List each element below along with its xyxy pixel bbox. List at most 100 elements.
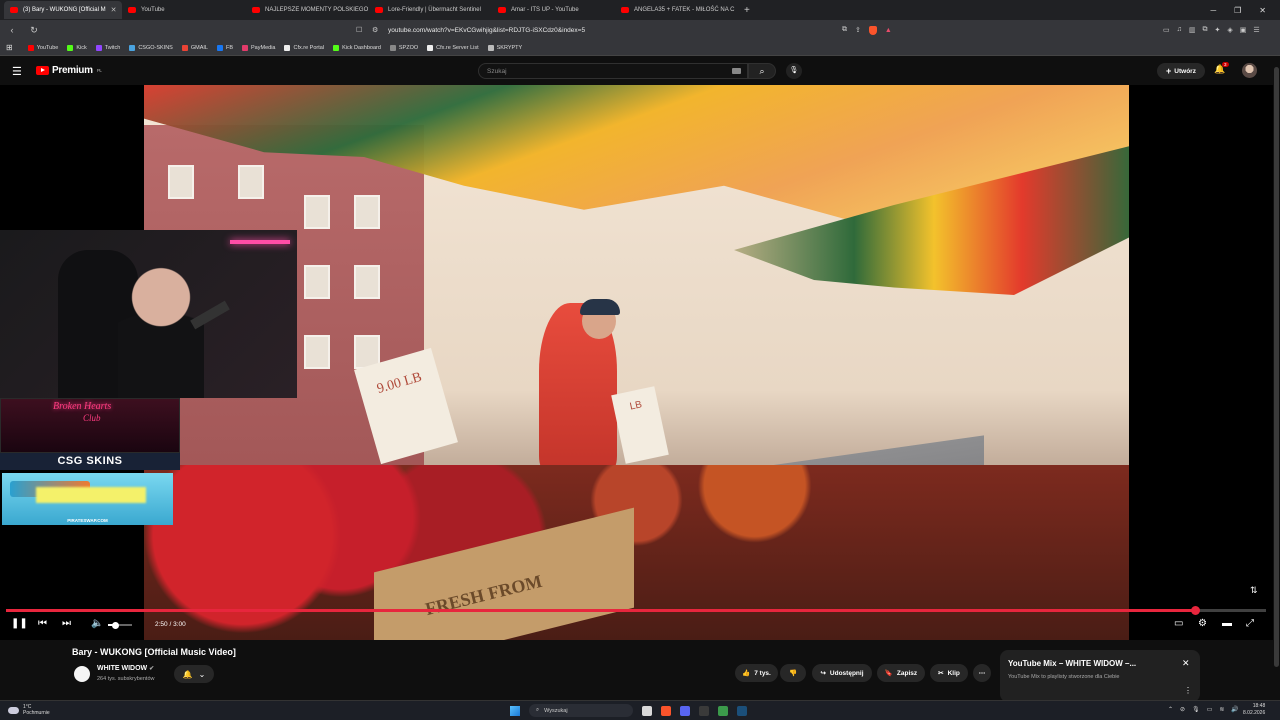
weather-widget[interactable]: 1°C Pochmurnie [8, 704, 50, 716]
tray-overflow-icon[interactable]: ⌃ [1168, 706, 1173, 713]
volume-icon[interactable]: 🔈 [91, 618, 103, 629]
progress-scrubber[interactable] [1191, 606, 1201, 615]
maximize-icon[interactable]: ❐ [1234, 6, 1241, 15]
channel-avatar[interactable] [74, 666, 90, 682]
volume-slider[interactable] [108, 621, 132, 629]
bookmark-item[interactable]: PayMedia [242, 44, 275, 51]
display-icon[interactable]: ▭ [1207, 706, 1213, 713]
hamburger-menu-icon[interactable]: ☰ [12, 65, 22, 78]
autoplay-icon[interactable]: ⇅ [1250, 585, 1258, 596]
minimize-icon[interactable]: ─ [1210, 6, 1216, 15]
clip-button[interactable]: ✂ Klip [930, 664, 968, 682]
apps-grid-icon[interactable]: ⊞ [6, 43, 13, 52]
settings-gear-icon[interactable]: ⚙ [1198, 618, 1207, 629]
brave-browser-icon[interactable] [661, 705, 671, 716]
logo-text: Premium [52, 65, 93, 76]
browser-tab[interactable]: ANGELA35 + FATEK - MIŁOŚĆ NA C [615, 1, 738, 19]
new-tab-button[interactable]: + [738, 5, 756, 16]
bookmark-item[interactable]: Cfx.re Portal [284, 44, 324, 51]
cast-icon[interactable]: ▭ [1163, 26, 1170, 34]
music-icon[interactable]: ♫ [1177, 26, 1182, 34]
discord-icon[interactable] [680, 705, 690, 716]
close-tab-icon[interactable]: ✕ [111, 6, 117, 14]
search-input[interactable]: Szukaj [478, 63, 748, 79]
wifi-icon[interactable]: ≋ [1219, 706, 1224, 713]
bookmark-item[interactable]: Twitch [95, 44, 120, 51]
obs-icon[interactable] [718, 705, 728, 716]
volume-tray-icon[interactable]: 🔊 [1231, 706, 1238, 713]
bookmark-item[interactable]: SPZOO [389, 44, 418, 51]
install-app-icon[interactable]: ⧉ [842, 26, 847, 34]
share-icon[interactable]: ⇪ [855, 26, 861, 34]
close-mix-icon[interactable]: ✕ [1182, 658, 1190, 669]
rewards-icon[interactable]: ▲ [885, 27, 892, 34]
site-info-icon[interactable]: ⚙ [372, 26, 378, 34]
scrollbar-thumb[interactable] [1274, 67, 1279, 667]
theater-mode-icon[interactable]: ▬ [1222, 618, 1232, 629]
page-scrollbar[interactable] [1273, 57, 1280, 700]
volume-knob[interactable] [112, 621, 119, 629]
menu-icon[interactable]: ☰ [1253, 26, 1259, 34]
progress-bar[interactable] [6, 606, 1266, 615]
browser-tab[interactable]: Amar - ITS UP - YouTube [492, 1, 615, 19]
close-window-icon[interactable]: ✕ [1259, 6, 1266, 15]
xbox-icon[interactable] [699, 705, 709, 716]
bookmark-item[interactable]: CSGO-SKINS [129, 44, 173, 51]
brave-shield-icon[interactable] [868, 25, 877, 35]
fullscreen-icon[interactable]: ⤢ [1246, 618, 1254, 629]
time-display: 2:50 / 3:00 [155, 621, 186, 628]
bookmark-item[interactable]: FB [216, 44, 233, 51]
vpn-icon[interactable]: ◈ [1227, 26, 1232, 34]
bookmark-item[interactable]: Cfx.re Server List [427, 44, 479, 51]
more-actions-button[interactable]: ⋯ [973, 664, 991, 682]
dislike-button[interactable]: 👎 [780, 664, 806, 682]
mix-subtitle: YouTube Mix to playlisty stworzone dla C… [1008, 674, 1120, 680]
youtube-logo[interactable]: Premium PL [36, 65, 102, 76]
playlist-mix-card[interactable]: YouTube Mix – WHITE WIDOW –... YouTube M… [1000, 650, 1200, 702]
back-icon[interactable]: ‹ [6, 25, 18, 35]
save-button[interactable]: 🔖 Zapisz [877, 664, 925, 682]
network-off-icon[interactable]: ⊘ [1180, 706, 1185, 713]
wallet-icon[interactable]: ▣ [1240, 26, 1247, 34]
extensions-icon[interactable]: ⧉ [1203, 26, 1208, 34]
bookmark-item[interactable]: Kick [67, 44, 87, 51]
address-toolbar: ‹ ↻ ☐ ⚙ youtube.com/watch?v=EKvCGwihjig&… [0, 20, 1280, 40]
windows-start-icon[interactable] [510, 705, 520, 716]
leo-icon[interactable]: ✦ [1215, 26, 1221, 34]
search-icon: ⌕ [759, 66, 765, 76]
url-bar[interactable]: ☐ ⚙ youtube.com/watch?v=EKvCGwihjig&list… [350, 23, 910, 37]
channel-name[interactable]: WHITE WIDOW ✔ [97, 665, 154, 672]
reload-icon[interactable]: ↻ [28, 25, 40, 36]
pause-icon[interactable]: ❚❚ [11, 618, 28, 629]
browser-tab[interactable]: YouTube [122, 1, 246, 19]
sidebar-icon[interactable]: ▥ [1189, 26, 1196, 34]
taskbar-search[interactable]: ⌕ Wyszukaj [529, 704, 633, 717]
search-button[interactable]: ⌕ [748, 63, 776, 79]
account-avatar[interactable] [1242, 63, 1257, 78]
bookmark-icon[interactable]: ☐ [356, 26, 362, 34]
mic-tray-icon[interactable]: 🎙 [1192, 706, 1200, 713]
like-button[interactable]: 👍 7 tys. [735, 664, 778, 682]
bookmark-item[interactable]: GMAIL [181, 44, 208, 51]
browser-tab[interactable]: Lore-Friendly | Übermacht Sentinel [369, 1, 492, 19]
bookmark-item[interactable]: Kick Dashboard [333, 44, 381, 51]
bookmark-icon [27, 44, 34, 51]
bookmark-item[interactable]: SKRYPTY [487, 44, 522, 51]
share-button[interactable]: ↪ Udostępnij [812, 664, 872, 682]
create-button[interactable]: + Utwórz [1157, 63, 1205, 79]
video-player[interactable]: FRESH FROM 9.00 LB LB Broken Hearts Club… [0, 85, 1280, 640]
browser-tab[interactable]: (3) Bary - WUKONG [Official M ✕ [4, 1, 122, 19]
subtitles-icon[interactable]: ▭ [1174, 618, 1183, 629]
bookmark-item[interactable]: YouTube [27, 44, 58, 51]
browser-tab[interactable]: NAJLEPSZE MOMENTY POLSKIEGO [246, 1, 369, 19]
next-icon[interactable]: ⏭ [62, 618, 71, 629]
previous-icon[interactable]: ⏮ [38, 618, 47, 629]
share-arrow-icon: ↪ [820, 670, 826, 677]
system-clock[interactable]: 18:48 8.02.2026 [1243, 703, 1265, 717]
mix-more-icon[interactable]: ⋮ [1184, 686, 1192, 695]
steam-icon[interactable] [737, 705, 747, 716]
keyboard-icon[interactable] [732, 68, 741, 74]
voice-search-button[interactable]: 🎙 [786, 63, 802, 79]
file-explorer-icon[interactable] [642, 705, 652, 716]
subscribed-button[interactable]: 🔔 ⌄ [174, 665, 214, 683]
